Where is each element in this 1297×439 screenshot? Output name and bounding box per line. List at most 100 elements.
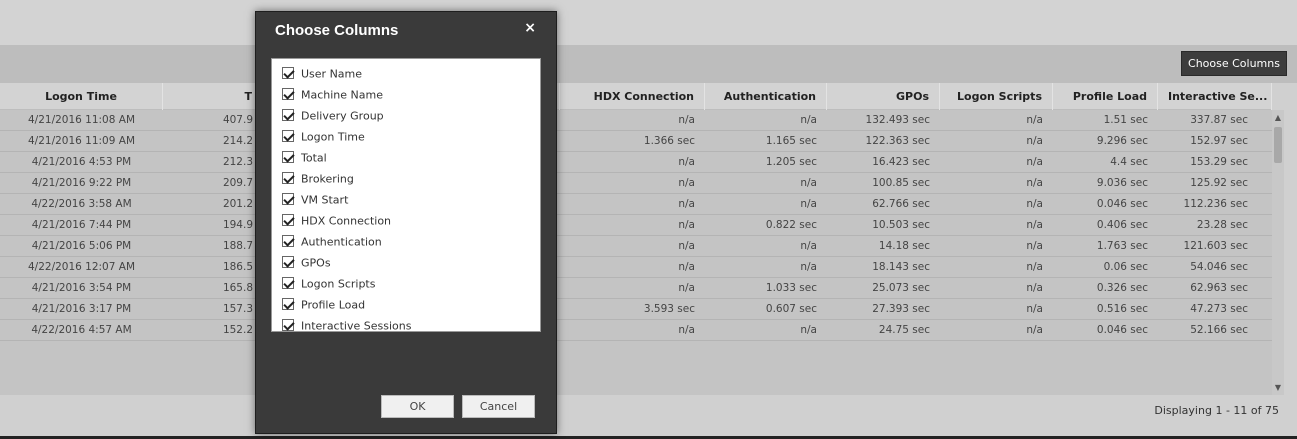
checkbox-icon[interactable] (282, 130, 294, 142)
ok-button[interactable]: OK (381, 395, 454, 418)
table-row[interactable]: 4/21/2016 11:08 AM 407.9 n/a n/a 132.493 sec… (0, 110, 1272, 131)
close-icon[interactable]: × (524, 20, 536, 36)
header-authentication[interactable]: Authentication (705, 83, 827, 110)
table-cell: n/a (1026, 261, 1043, 273)
table-row[interactable]: 4/21/2016 5:06 PM 188.7 n/a n/a 14.18 sec n/a… (0, 236, 1272, 257)
table-cell: 27.393 sec (872, 303, 930, 315)
table-row[interactable]: 4/21/2016 7:44 PM 194.9 n/a 0.822 sec 10.503… (0, 215, 1272, 236)
column-option[interactable]: Interactive Sessions (272, 315, 540, 336)
checkbox-icon[interactable] (282, 67, 294, 79)
scroll-down-icon[interactable]: ▼ (1272, 383, 1284, 392)
grid-header: Logon Time T t HDX Connection Authentica… (0, 83, 1272, 110)
cancel-button[interactable]: Cancel (462, 395, 535, 418)
column-option-label: HDX Connection (301, 214, 392, 228)
table-cell: 9.296 sec (1096, 135, 1148, 147)
table-cell: n/a (1026, 198, 1043, 210)
table-cell: n/a (678, 156, 695, 168)
table-cell: n/a (1026, 156, 1043, 168)
checkbox-icon[interactable] (282, 109, 294, 121)
header-hdx-connection[interactable]: HDX Connection (560, 83, 705, 110)
column-option[interactable]: Profile Load (272, 294, 540, 315)
checkbox-icon[interactable] (282, 214, 294, 226)
table-cell: n/a (1026, 240, 1043, 252)
table-cell: n/a (678, 261, 695, 273)
table-cell: 152.2 (222, 324, 253, 336)
checkbox-icon[interactable] (282, 319, 294, 331)
table-cell: 0.06 sec (1103, 261, 1148, 273)
table-cell: 209.7 (222, 177, 253, 189)
table-cell: n/a (800, 114, 817, 126)
header-gpos[interactable]: GPOs (827, 83, 940, 110)
checkbox-icon[interactable] (282, 277, 294, 289)
table-cell: 1.763 sec (1096, 240, 1148, 252)
column-option[interactable]: User Name (272, 63, 540, 84)
grid-scrollbar[interactable]: ▲ ▼ (1272, 110, 1284, 395)
table-cell: n/a (1026, 177, 1043, 189)
column-option[interactable]: Total (272, 147, 540, 168)
table-cell: 186.5 (222, 261, 253, 273)
header-profile-load[interactable]: Profile Load (1053, 83, 1158, 110)
table-cell: 3.593 sec (643, 303, 695, 315)
scroll-up-icon[interactable]: ▲ (1272, 113, 1284, 122)
column-option-label: Profile Load (301, 298, 366, 312)
table-cell: 16.423 sec (872, 156, 930, 168)
header-interactive-sessions[interactable]: Interactive Se... (1158, 83, 1272, 110)
table-row[interactable]: 4/21/2016 3:54 PM 165.8 n/a 1.033 sec 25.073… (0, 278, 1272, 299)
table-cell: n/a (800, 324, 817, 336)
paging-status: Displaying 1 - 11 of 75 (1154, 404, 1279, 417)
table-cell: 4/22/2016 3:58 AM (31, 198, 132, 210)
column-option[interactable]: Logon Time (272, 126, 540, 147)
table-cell: 25.073 sec (872, 282, 930, 294)
header-logon-scripts[interactable]: Logon Scripts (940, 83, 1053, 110)
top-strip (0, 0, 1297, 45)
column-option[interactable]: Logon Scripts (272, 273, 540, 294)
table-cell: n/a (1026, 219, 1043, 231)
column-option[interactable]: VM Start (272, 189, 540, 210)
table-row[interactable]: 4/22/2016 3:58 AM 201.2 n/a n/a 62.766 sec n/… (0, 194, 1272, 215)
table-cell: n/a (678, 219, 695, 231)
table-cell: 62.963 sec (1190, 282, 1248, 294)
table-row[interactable]: 4/21/2016 3:17 PM 157.3 3.593 sec 0.607 sec… (0, 299, 1272, 320)
checkbox-icon[interactable] (282, 88, 294, 100)
scroll-thumb[interactable] (1274, 127, 1282, 163)
column-option[interactable]: Delivery Group (272, 105, 540, 126)
table-cell: 157.3 (222, 303, 253, 315)
column-option[interactable]: Brokering (272, 168, 540, 189)
checkbox-icon[interactable] (282, 172, 294, 184)
table-cell: n/a (1026, 324, 1043, 336)
choose-columns-button[interactable]: Choose Columns (1181, 51, 1287, 76)
column-option[interactable]: HDX Connection (272, 210, 540, 231)
grid-body: 4/21/2016 11:08 AM 407.9 n/a n/a 132.493 sec… (0, 110, 1272, 341)
table-cell: 47.273 sec (1190, 303, 1248, 315)
table-cell: 1.205 sec (765, 156, 817, 168)
table-row[interactable]: 4/22/2016 12:07 AM 186.5 n/a n/a 18.143 sec n… (0, 257, 1272, 278)
header-total[interactable]: T (163, 83, 263, 110)
table-row[interactable]: 4/21/2016 11:09 AM 214.2 1.366 sec 1.165 se… (0, 131, 1272, 152)
column-option[interactable]: GPOs (272, 252, 540, 273)
table-cell: 4/21/2016 11:09 AM (27, 135, 135, 147)
table-cell: 4/22/2016 12:07 AM (27, 261, 135, 273)
table-cell: n/a (800, 261, 817, 273)
checkbox-icon[interactable] (282, 235, 294, 247)
checkbox-icon[interactable] (282, 151, 294, 163)
table-row[interactable]: 4/21/2016 9:22 PM 209.7 n/a n/a 100.85 sec n/… (0, 173, 1272, 194)
table-cell: n/a (800, 177, 817, 189)
checkbox-icon[interactable] (282, 256, 294, 268)
table-cell: 0.516 sec (1096, 303, 1148, 315)
table-cell: n/a (678, 198, 695, 210)
table-cell: 4.4 sec (1110, 156, 1148, 168)
checkbox-icon[interactable] (282, 193, 294, 205)
table-row[interactable]: 4/22/2016 4:57 AM 152.2 n/a n/a 24.75 sec n/a… (0, 320, 1272, 341)
table-cell: n/a (678, 324, 695, 336)
table-cell: 1.51 sec (1103, 114, 1148, 126)
checkbox-icon[interactable] (282, 298, 294, 310)
table-cell: 23.28 sec (1196, 219, 1248, 231)
table-cell: n/a (1026, 282, 1043, 294)
table-cell: 407.9 (222, 114, 253, 126)
table-row[interactable]: 4/21/2016 4:53 PM 212.3 n/a 1.205 sec 16.423… (0, 152, 1272, 173)
table-cell: 0.822 sec (765, 219, 817, 231)
column-option[interactable]: Authentication (272, 231, 540, 252)
column-option[interactable]: Machine Name (272, 84, 540, 105)
table-cell: 132.493 sec (865, 114, 930, 126)
header-logon-time[interactable]: Logon Time (0, 83, 163, 110)
